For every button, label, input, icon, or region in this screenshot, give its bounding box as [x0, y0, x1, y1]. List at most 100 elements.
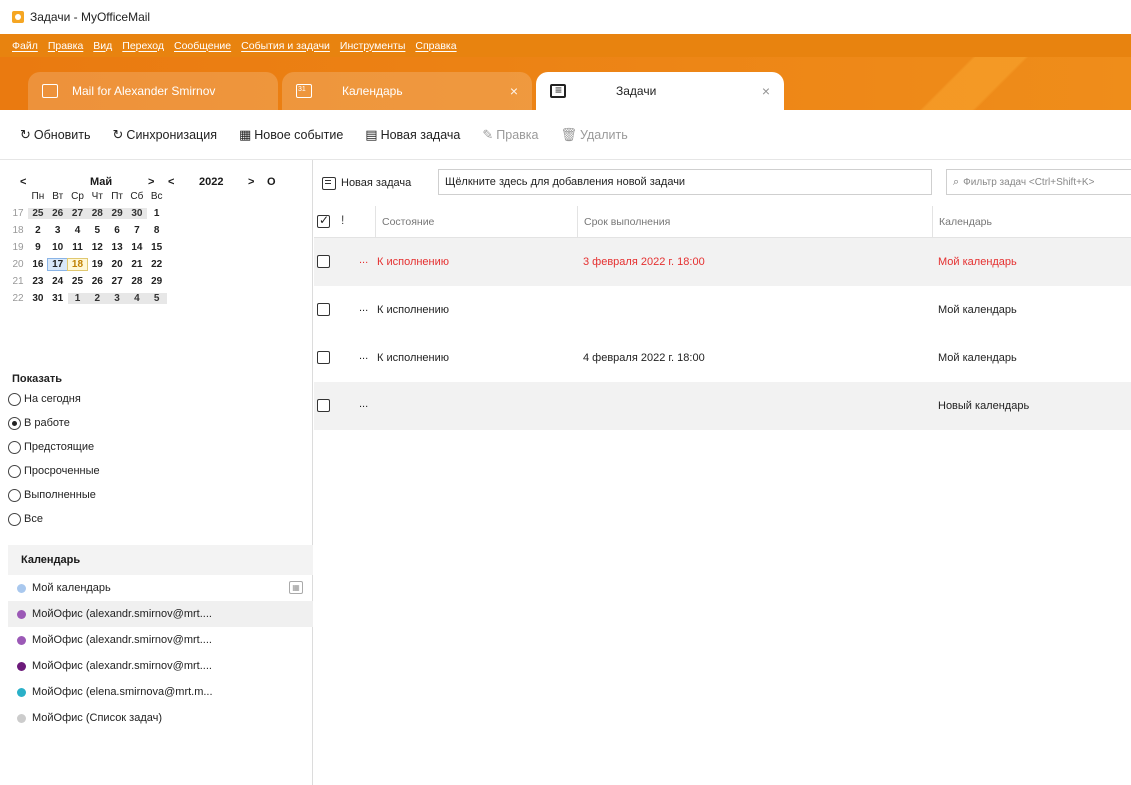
day-cell[interactable]: 14 [127, 242, 147, 253]
day-cell[interactable]: 2 [87, 293, 108, 304]
close-icon[interactable]: × [762, 83, 770, 99]
menu-file[interactable]: Файл [12, 40, 38, 52]
day-cell[interactable]: 12 [87, 242, 107, 253]
day-cell[interactable]: 5 [87, 225, 107, 236]
day-cell[interactable]: 9 [28, 242, 48, 253]
due-column-header[interactable]: Срок выполнения [577, 206, 932, 238]
day-cell[interactable]: 3 [107, 293, 127, 304]
day-cell[interactable]: 4 [68, 225, 88, 236]
day-cell[interactable]: 10 [48, 242, 68, 253]
task-checkbox[interactable] [317, 399, 330, 412]
day-cell[interactable]: 27 [107, 276, 127, 287]
radio-button[interactable] [8, 464, 21, 478]
task-checkbox[interactable] [317, 351, 330, 364]
day-cell[interactable]: 26 [47, 208, 68, 219]
radio-all[interactable]: Все [8, 507, 100, 531]
day-cell[interactable]: 6 [107, 225, 127, 236]
quick-new-task-button[interactable]: Новая задача [322, 176, 411, 190]
day-cell[interactable]: 3 [48, 225, 68, 236]
delete-button[interactable]: 🗑 Удалить [561, 127, 628, 143]
tab-calendar[interactable]: Календарь × [282, 72, 532, 110]
prev-month-button[interactable]: < [20, 176, 26, 188]
select-all-checkbox[interactable] [317, 213, 330, 228]
day-cell[interactable]: 16 [28, 259, 48, 270]
next-month-button[interactable]: > [148, 176, 154, 188]
day-cell[interactable]: 29 [147, 276, 167, 287]
day-cell[interactable]: 13 [107, 242, 127, 253]
calendar-settings-icon[interactable]: ▦ [289, 581, 303, 594]
day-cell[interactable]: 27 [67, 208, 88, 219]
day-cell[interactable]: 25 [28, 208, 48, 219]
menu-tools[interactable]: Инструменты [340, 40, 405, 52]
task-row[interactable]: ... Новый календарь [314, 382, 1131, 430]
menu-help[interactable]: Справка [415, 40, 456, 52]
menu-edit[interactable]: Правка [48, 40, 83, 52]
calendar-item[interactable]: МойОфис (alexandr.smirnov@mrt.... [8, 601, 313, 627]
priority-column-header[interactable]: ! [341, 213, 344, 227]
task-checkbox[interactable] [317, 255, 330, 268]
day-cell[interactable]: 20 [107, 259, 127, 270]
today-day-cell[interactable]: 18 [66, 258, 89, 271]
month-label[interactable]: Май [90, 176, 112, 188]
radio-button[interactable] [8, 440, 21, 454]
day-cell[interactable]: 7 [127, 225, 147, 236]
day-cell[interactable]: 1 [147, 208, 167, 219]
status-column-header[interactable]: Состояние [375, 206, 577, 238]
close-icon[interactable]: × [510, 83, 518, 99]
day-cell[interactable]: 22 [147, 259, 167, 270]
day-cell[interactable]: 31 [48, 293, 68, 304]
radio-completed[interactable]: Выполненные [8, 483, 100, 507]
day-cell[interactable]: 24 [48, 276, 68, 287]
edit-button[interactable]: ✎ Правка [482, 127, 538, 143]
next-year-button[interactable]: > [248, 176, 254, 188]
day-cell[interactable]: 30 [126, 208, 147, 219]
day-cell[interactable]: 29 [107, 208, 127, 219]
tab-tasks[interactable]: Задачи × [536, 72, 784, 110]
tab-mail[interactable]: Mail for Alexander Smirnov [28, 72, 278, 110]
new-task-button[interactable]: ▤ Новая задача [365, 127, 460, 143]
radio-button[interactable] [8, 488, 21, 502]
refresh-button[interactable]: ↻ Обновить [20, 127, 91, 143]
radio-button[interactable] [8, 416, 21, 430]
day-cell[interactable]: 21 [127, 259, 147, 270]
calendar-column-header[interactable]: Календарь [932, 206, 1131, 238]
task-filter-input[interactable]: ⌕ Фильтр задач <Ctrl+Shift+K> [946, 169, 1131, 195]
sync-button[interactable]: ↻ Синхронизация [113, 127, 217, 143]
day-cell[interactable]: 25 [68, 276, 88, 287]
selected-day-cell[interactable]: 17 [46, 258, 69, 271]
calendar-item[interactable]: МойОфис (alexandr.smirnov@mrt.... [8, 627, 313, 653]
day-cell[interactable]: 2 [28, 225, 48, 236]
day-cell[interactable]: 19 [87, 259, 107, 270]
menu-view[interactable]: Вид [93, 40, 112, 52]
day-cell[interactable]: 5 [146, 293, 167, 304]
task-row[interactable]: ... К исполнению Мой календарь [314, 286, 1131, 334]
day-cell[interactable]: 11 [68, 242, 88, 253]
today-button[interactable]: O [267, 176, 276, 188]
day-cell[interactable]: 30 [28, 293, 48, 304]
new-task-input[interactable]: Щёлкните здесь для добавления новой зада… [438, 169, 932, 195]
radio-in-progress[interactable]: В работе [8, 411, 100, 435]
task-row[interactable]: ... К исполнению 3 февраля 2022 г. 18:00… [314, 238, 1131, 286]
menu-events-tasks[interactable]: События и задачи [241, 40, 330, 52]
task-row[interactable]: ... К исполнению 4 февраля 2022 г. 18:00… [314, 334, 1131, 382]
radio-upcoming[interactable]: Предстоящие [8, 435, 100, 459]
prev-year-button[interactable]: < [168, 176, 174, 188]
day-cell[interactable]: 26 [87, 276, 107, 287]
radio-today[interactable]: На сегодня [8, 387, 100, 411]
day-cell[interactable]: 15 [147, 242, 167, 253]
menu-message[interactable]: Сообщение [174, 40, 231, 52]
day-cell[interactable]: 8 [147, 225, 167, 236]
day-cell[interactable]: 28 [87, 208, 108, 219]
day-cell[interactable]: 1 [67, 293, 88, 304]
task-checkbox[interactable] [317, 303, 330, 316]
day-cell[interactable]: 4 [126, 293, 147, 304]
calendar-item[interactable]: МойОфис (elena.smirnova@mrt.m... [8, 679, 313, 705]
radio-button[interactable] [8, 392, 21, 406]
day-cell[interactable]: 28 [127, 276, 147, 287]
calendar-item[interactable]: Мой календарь ▦ [8, 575, 313, 601]
day-cell[interactable]: 23 [28, 276, 48, 287]
menu-go[interactable]: Переход [122, 40, 164, 52]
year-label[interactable]: 2022 [199, 176, 223, 188]
calendar-item[interactable]: МойОфис (alexandr.smirnov@mrt.... [8, 653, 313, 679]
radio-button[interactable] [8, 512, 21, 526]
